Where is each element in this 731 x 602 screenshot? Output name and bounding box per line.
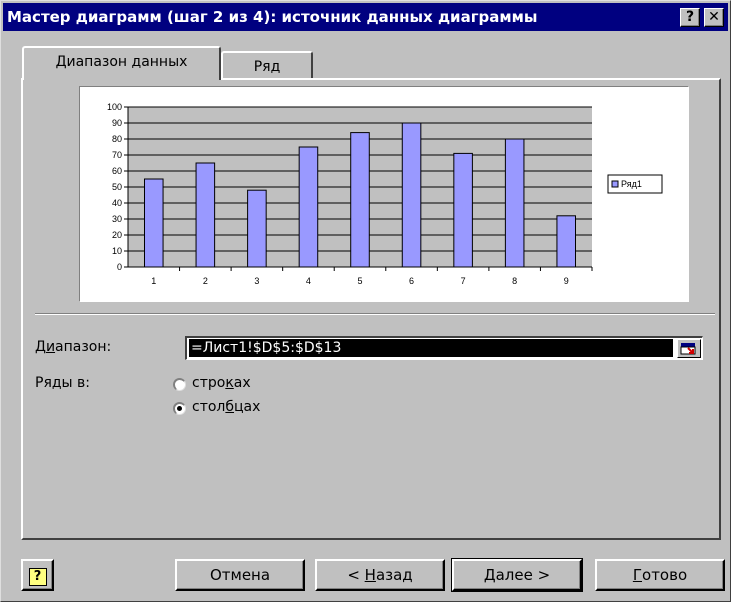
- range-label: Диапазон:: [35, 339, 112, 355]
- x-tick-label: 5: [357, 276, 362, 286]
- bar-chart: 0 10 20 30 40 50 60 70 80 90 100 1 2 3 4 5 6 7 8 9 Ряд1: [107, 102, 663, 286]
- title-bar: Мастер диаграмм (шаг 2 из 4): источник д…: [3, 3, 728, 31]
- collapse-icon: [680, 343, 696, 355]
- tab-label: Ряд: [253, 59, 281, 75]
- bar: [350, 132, 370, 268]
- cancel-button[interactable]: Отмена: [175, 559, 305, 591]
- close-icon[interactable]: ✕: [704, 8, 724, 27]
- tab-label: Диапазон данных: [55, 54, 188, 70]
- help-question-icon: ?: [28, 568, 47, 586]
- chart-wizard-dialog: Мастер диаграмм (шаг 2 из 4): источник д…: [0, 0, 731, 602]
- tab-panel: 0 10 20 30 40 50 60 70 80 90 100 1 2 3 4 5 6 7 8 9 Ряд1 Диап…: [21, 78, 721, 540]
- chart-preview: 0 10 20 30 40 50 60 70 80 90 100 1 2 3 4 5 6 7 8 9 Ряд1: [79, 86, 689, 302]
- x-tick-label: 3: [254, 276, 259, 286]
- y-tick-label: 30: [112, 214, 122, 224]
- y-tick-label: 60: [112, 166, 122, 176]
- separator: [35, 313, 715, 315]
- y-tick-label: 90: [112, 118, 122, 128]
- x-tick-label: 2: [203, 276, 208, 286]
- y-tick-label: 70: [112, 150, 122, 160]
- bar: [143, 178, 164, 268]
- bar: [453, 152, 473, 268]
- y-tick-label: 40: [112, 198, 122, 208]
- columns-option-label[interactable]: столбцах: [192, 399, 260, 415]
- range-input[interactable]: =Лист1!$D$5:$D$13: [185, 336, 703, 360]
- legend-label: Ряд1: [621, 179, 642, 189]
- bar: [504, 138, 525, 268]
- collapse-dialog-button[interactable]: [677, 339, 701, 358]
- y-tick-label: 80: [112, 134, 122, 144]
- bar: [556, 215, 577, 268]
- bar: [298, 146, 319, 268]
- rows-radio[interactable]: [173, 378, 186, 391]
- y-tick-label: 20: [112, 230, 122, 240]
- dialog-title: Мастер диаграмм (шаг 2 из 4): источник д…: [7, 8, 538, 26]
- x-tick-label: 4: [306, 276, 311, 286]
- x-tick-label: 8: [512, 276, 517, 286]
- rows-option-label[interactable]: строках: [192, 375, 251, 391]
- y-tick-label: 100: [107, 102, 122, 112]
- x-tick-label: 1: [151, 276, 156, 286]
- help-icon[interactable]: ?: [680, 8, 700, 27]
- x-tick-label: 9: [564, 276, 569, 286]
- finish-button[interactable]: Готово: [595, 559, 725, 591]
- next-button[interactable]: Далее >: [451, 558, 583, 592]
- series-in-label: Ряды в:: [35, 375, 91, 391]
- x-tick-label: 6: [409, 276, 414, 286]
- y-tick-label: 50: [112, 182, 122, 192]
- bar: [195, 162, 216, 268]
- y-tick-label: 0: [117, 262, 122, 272]
- tab-series[interactable]: Ряд: [221, 51, 313, 81]
- radio-selected-dot: [177, 406, 182, 411]
- legend-swatch: [611, 180, 619, 188]
- x-tick-label: 7: [461, 276, 466, 286]
- y-tick-label: 10: [112, 246, 122, 256]
- bar: [247, 189, 267, 268]
- range-value[interactable]: =Лист1!$D$5:$D$13: [189, 339, 673, 357]
- tab-data-range[interactable]: Диапазон данных: [22, 46, 221, 80]
- back-button[interactable]: < Назад: [315, 559, 445, 591]
- help-button[interactable]: ?: [21, 559, 54, 591]
- bar: [401, 122, 422, 268]
- columns-radio[interactable]: [173, 402, 186, 415]
